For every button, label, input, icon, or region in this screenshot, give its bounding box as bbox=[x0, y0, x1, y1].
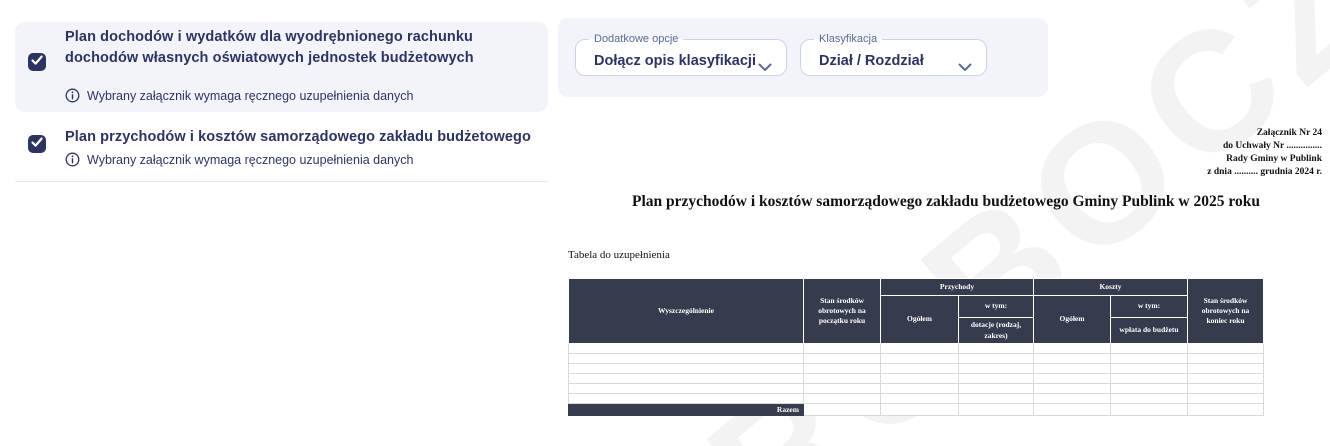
attachment-note-text: Wybrany załącznik wymaga ręcznego uzupeł… bbox=[87, 88, 414, 103]
chevron-down-icon bbox=[758, 59, 772, 77]
select-label: Dodatkowe opcje bbox=[594, 33, 679, 45]
attachment-note-1: Wybrany załącznik wymaga ręcznego uzupeł… bbox=[65, 88, 413, 103]
table-row bbox=[568, 373, 1264, 384]
table-row bbox=[568, 343, 1264, 354]
doc-table-wrap: Wyszczególnienie Stan środków obrotowych… bbox=[568, 278, 1264, 416]
doc-corner-line: Załącznik Nr 24 bbox=[1256, 128, 1322, 138]
select-value: Dołącz opis klasyfikacji bbox=[594, 53, 756, 69]
attachment-title-1: Plan dochodów i wydatków dla wyodrębnion… bbox=[65, 29, 474, 66]
razem-cell: Razem bbox=[568, 403, 804, 416]
header-wyszczegolnienie: Wyszczególnienie bbox=[568, 278, 804, 344]
doc-title: Plan przychodów i kosztów samorządowego … bbox=[632, 193, 1260, 210]
attachment-note-text: Wybrany załącznik wymaga ręcznego uzupeł… bbox=[87, 152, 414, 167]
table-row bbox=[568, 393, 1264, 404]
table-row bbox=[568, 353, 1264, 364]
plan-table: Wyszczególnienie Stan środków obrotowych… bbox=[568, 278, 1264, 416]
app-root: ROBOCZY Plan dochodów i wydatków dla wyo… bbox=[0, 0, 1330, 446]
info-icon bbox=[65, 88, 80, 103]
info-icon bbox=[65, 152, 80, 167]
check-icon bbox=[28, 51, 46, 74]
table-row bbox=[568, 383, 1264, 394]
header-przychody-ogolem: Ogółem bbox=[880, 295, 959, 344]
table-footer: Razem bbox=[568, 403, 1264, 416]
select-value: Dział / Rozdział bbox=[819, 53, 924, 69]
doc-corner-line: do Uchwały Nr ............... bbox=[1222, 141, 1322, 151]
list-divider bbox=[15, 181, 548, 182]
attachment-title-2: Plan przychodów i kosztów samorządowego … bbox=[65, 129, 531, 145]
header-koszty: Koszty bbox=[1033, 278, 1188, 296]
header-stan-poczatek: Stan środków obrotowych na początku roku bbox=[803, 278, 881, 344]
attachment-checkbox-1[interactable] bbox=[28, 53, 46, 71]
doc-corner-line: Rady Gminy w Publink bbox=[1226, 154, 1322, 164]
plan-table-header: Wyszczególnienie Stan środków obrotowych… bbox=[568, 278, 1264, 344]
check-icon bbox=[28, 133, 46, 156]
attachment-note-2: Wybrany załącznik wymaga ręcznego uzupeł… bbox=[65, 152, 413, 167]
header-wplata: wpłata do budżetu bbox=[1110, 317, 1188, 344]
chevron-down-icon bbox=[958, 59, 972, 77]
doc-corner-line: z dnia .......... grudnia 2024 r. bbox=[1207, 167, 1322, 177]
doc-table-caption: Tabela do uzupełnienia bbox=[568, 249, 670, 261]
header-stan-koniec: Stan środków obrotowych na koniec roku bbox=[1187, 278, 1264, 344]
razem-row: Razem bbox=[568, 403, 1264, 416]
header-dotacje: dotacje (rodzaj, zakres) bbox=[958, 317, 1034, 344]
header-koszty-wtym: w tym: bbox=[1110, 295, 1188, 318]
table-empty-rows bbox=[568, 343, 1264, 404]
select-dodatkowe-opcje[interactable]: Dodatkowe opcje Dołącz opis klasyfikacji bbox=[575, 34, 787, 76]
doc-corner-annotation: Załącznik Nr 24 do Uchwały Nr ..........… bbox=[1207, 127, 1322, 179]
select-klasyfikacja[interactable]: Klasyfikacja Dział / Rozdział bbox=[800, 34, 987, 76]
header-przychody: Przychody bbox=[880, 278, 1034, 296]
header-przychody-wtym: w tym: bbox=[958, 295, 1034, 318]
attachment-checkbox-2[interactable] bbox=[28, 135, 46, 153]
header-koszty-ogolem: Ogółem bbox=[1033, 295, 1111, 344]
table-row bbox=[568, 363, 1264, 374]
options-panel: Dodatkowe opcje Dołącz opis klasyfikacji… bbox=[558, 18, 1048, 97]
select-label: Klasyfikacja bbox=[819, 33, 878, 45]
